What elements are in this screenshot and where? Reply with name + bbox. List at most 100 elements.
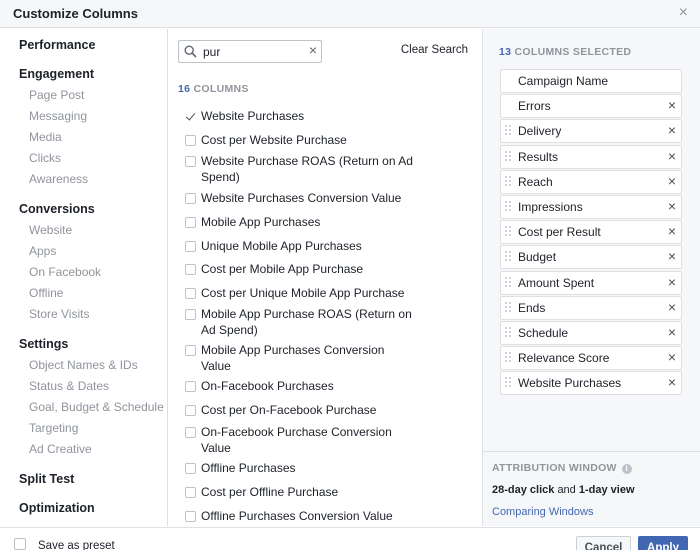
checkbox[interactable]: [185, 405, 196, 416]
remove-column-icon[interactable]: ×: [668, 148, 676, 164]
checkbox[interactable]: [185, 241, 196, 252]
comparing-windows-link[interactable]: Comparing Windows: [492, 506, 593, 518]
selected-column-schedule[interactable]: Schedule ×: [500, 321, 682, 345]
remove-column-icon[interactable]: ×: [668, 274, 676, 290]
selected-column-budget[interactable]: Budget ×: [500, 245, 682, 270]
drag-handle-icon[interactable]: [505, 352, 512, 364]
checkbox[interactable]: [185, 463, 196, 474]
selected-column-label: Amount Spent: [518, 275, 595, 290]
sidebar-item-object-names-ids[interactable]: Object Names & IDs: [29, 358, 138, 372]
remove-column-icon[interactable]: ×: [668, 324, 676, 340]
info-icon[interactable]: i: [621, 464, 632, 474]
drag-handle-icon[interactable]: [505, 327, 512, 339]
remove-column-icon[interactable]: ×: [668, 248, 676, 264]
checkbox[interactable]: [185, 487, 196, 498]
sidebar-item-website[interactable]: Website: [29, 223, 72, 237]
selected-column-website-purchases[interactable]: Website Purchases ×: [500, 371, 682, 396]
cancel-button[interactable]: Cancel: [576, 536, 631, 550]
sidebar-category-engagement[interactable]: Engagement: [19, 67, 94, 81]
sidebar-item-messaging[interactable]: Messaging: [29, 109, 87, 123]
save-preset-checkbox[interactable]: [14, 538, 26, 550]
remove-column-icon[interactable]: ×: [668, 122, 676, 138]
selected-column-label: Campaign Name: [518, 74, 609, 88]
drag-handle-icon[interactable]: [505, 175, 512, 188]
checkbox[interactable]: [185, 511, 196, 522]
selected-column-results[interactable]: Results ×: [500, 144, 682, 169]
checkbox[interactable]: [185, 288, 196, 299]
selected-column-impressions[interactable]: Impressions ×: [500, 195, 682, 219]
checkbox[interactable]: [185, 309, 196, 320]
selected-column-campaign-name[interactable]: Campaign Name: [500, 69, 682, 93]
selected-column-label: Delivery: [518, 124, 562, 139]
sidebar-item-offline[interactable]: Offline: [29, 286, 63, 300]
save-preset-label[interactable]: Save as preset: [38, 540, 115, 550]
drag-handle-icon[interactable]: [505, 301, 512, 314]
sidebar-item-ad-creative[interactable]: Ad Creative: [29, 442, 92, 456]
sidebar-category-settings[interactable]: Settings: [19, 337, 68, 351]
remove-column-icon[interactable]: ×: [668, 198, 676, 214]
drag-handle-icon[interactable]: [505, 226, 512, 238]
sidebar-item-goal-budget-schedule[interactable]: Goal, Budget & Schedule: [29, 400, 164, 414]
attribution-joiner: and: [557, 484, 576, 496]
apply-button[interactable]: Apply: [638, 536, 688, 550]
selected-column-label: Reach: [518, 174, 553, 189]
search-input[interactable]: pur: [203, 45, 220, 59]
selected-column-label: Website Purchases: [518, 376, 622, 391]
checkbox[interactable]: [185, 381, 196, 392]
remove-column-icon[interactable]: ×: [668, 173, 676, 189]
remove-column-icon[interactable]: ×: [668, 374, 676, 390]
sidebar-item-targeting[interactable]: Targeting: [29, 421, 78, 435]
selected-column-ends[interactable]: Ends ×: [500, 295, 682, 320]
drag-handle-icon[interactable]: [505, 377, 512, 389]
selected-column-errors[interactable]: Errors ×: [500, 94, 682, 119]
column-option-label: On-Facebook Purchase Conversion Value: [201, 425, 392, 455]
checkbox[interactable]: [185, 156, 196, 167]
close-icon[interactable]: ×: [679, 4, 688, 22]
checked-checkbox[interactable]: [185, 111, 196, 122]
drag-handle-icon[interactable]: [505, 276, 512, 289]
sidebar-item-media[interactable]: Media: [29, 130, 62, 144]
attribution-view-window: 1-day view: [578, 484, 635, 496]
sidebar-item-store-visits[interactable]: Store Visits: [29, 307, 89, 321]
clear-input-icon[interactable]: ×: [309, 42, 317, 58]
dialog-title: Customize Columns: [13, 6, 138, 21]
checkbox[interactable]: [185, 345, 196, 356]
drag-handle-icon[interactable]: [505, 201, 512, 213]
remove-column-icon[interactable]: ×: [668, 97, 676, 113]
checkbox[interactable]: [185, 193, 196, 204]
sidebar-item-status-dates[interactable]: Status & Dates: [29, 379, 109, 393]
sidebar-category-optimization[interactable]: Optimization: [19, 501, 95, 515]
drag-handle-icon[interactable]: [505, 251, 512, 263]
attribution-heading: ATTRIBUTION WINDOW i: [492, 462, 632, 474]
sidebar-item-on-facebook[interactable]: On Facebook: [29, 265, 101, 279]
remove-column-icon[interactable]: ×: [668, 349, 676, 365]
columns-count: 16: [178, 83, 191, 95]
columns-count-suffix: COLUMNS: [193, 83, 249, 95]
checkbox[interactable]: [185, 217, 196, 228]
sidebar-item-page-post[interactable]: Page Post: [29, 88, 84, 102]
selected-column-delivery[interactable]: Delivery ×: [500, 119, 682, 144]
checkbox[interactable]: [185, 135, 196, 146]
sidebar-category-performance[interactable]: Performance: [19, 38, 95, 52]
sidebar-category-split-test[interactable]: Split Test: [19, 472, 74, 486]
sidebar-item-awareness[interactable]: Awareness: [29, 172, 88, 186]
selected-column-reach[interactable]: Reach ×: [500, 169, 682, 194]
remove-column-icon[interactable]: ×: [668, 223, 676, 239]
selected-count-suffix: COLUMNS SELECTED: [514, 46, 632, 58]
sidebar-category-conversions[interactable]: Conversions: [19, 202, 95, 216]
selected-column-amount-spent[interactable]: Amount Spent ×: [500, 270, 682, 295]
selected-column-relevance-score[interactable]: Relevance Score ×: [500, 346, 682, 371]
search-field[interactable]: pur ×: [178, 40, 322, 63]
clear-search-link[interactable]: Clear Search: [401, 44, 468, 56]
checkbox[interactable]: [185, 427, 196, 438]
column-option-label: Cost per Mobile App Purchase: [201, 262, 364, 276]
sidebar-item-apps[interactable]: Apps: [29, 244, 56, 258]
sidebar-item-clicks[interactable]: Clicks: [29, 151, 61, 165]
selected-column-label: Errors: [518, 99, 551, 114]
checkbox[interactable]: [185, 264, 196, 275]
selected-column-cost-per-result[interactable]: Cost per Result ×: [500, 220, 682, 245]
remove-column-icon[interactable]: ×: [668, 299, 676, 315]
drag-handle-icon[interactable]: [505, 150, 512, 163]
column-option-label: Cost per Website Purchase: [201, 133, 347, 147]
drag-handle-icon[interactable]: [505, 125, 512, 137]
